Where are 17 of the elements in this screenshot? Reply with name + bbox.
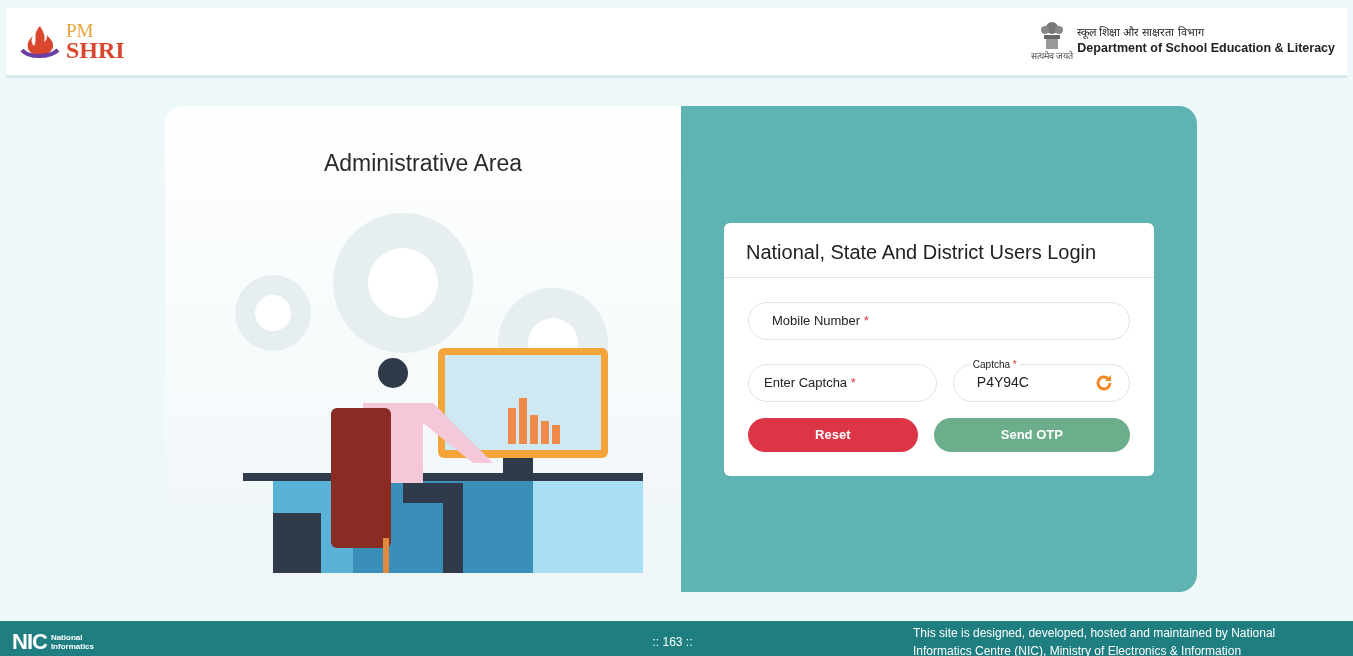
emblem-motto: सत्यमेव जयते — [1030, 49, 1074, 63]
refresh-icon[interactable] — [1094, 372, 1114, 393]
emblem-icon — [1039, 19, 1066, 50]
input-field[interactable]: Mobile Number * — [748, 301, 1130, 340]
captcha-code: P4Y94C — [975, 373, 1029, 392]
reset-button[interactable]: Reset — [748, 417, 918, 452]
nic-logo-text: National — [50, 632, 84, 642]
visitor-counter: :: 163 :: — [652, 633, 693, 651]
login-title: National, State And District Users Login — [724, 222, 1154, 278]
nic-logo-text: Informatics — [50, 641, 94, 651]
panel-title: Administrative Area — [323, 149, 523, 178]
logo-text: PM — [66, 22, 95, 39]
department-name-hindi: स्कूल शिक्षा और साक्षरता विभाग — [1077, 25, 1206, 39]
logo-text: SHRI — [66, 38, 125, 61]
department-name: Department of School Education & Literacy — [1077, 39, 1335, 57]
nic-logo-mark: NIC — [12, 628, 47, 656]
input-field[interactable]: Enter Captcha * — [748, 363, 937, 402]
